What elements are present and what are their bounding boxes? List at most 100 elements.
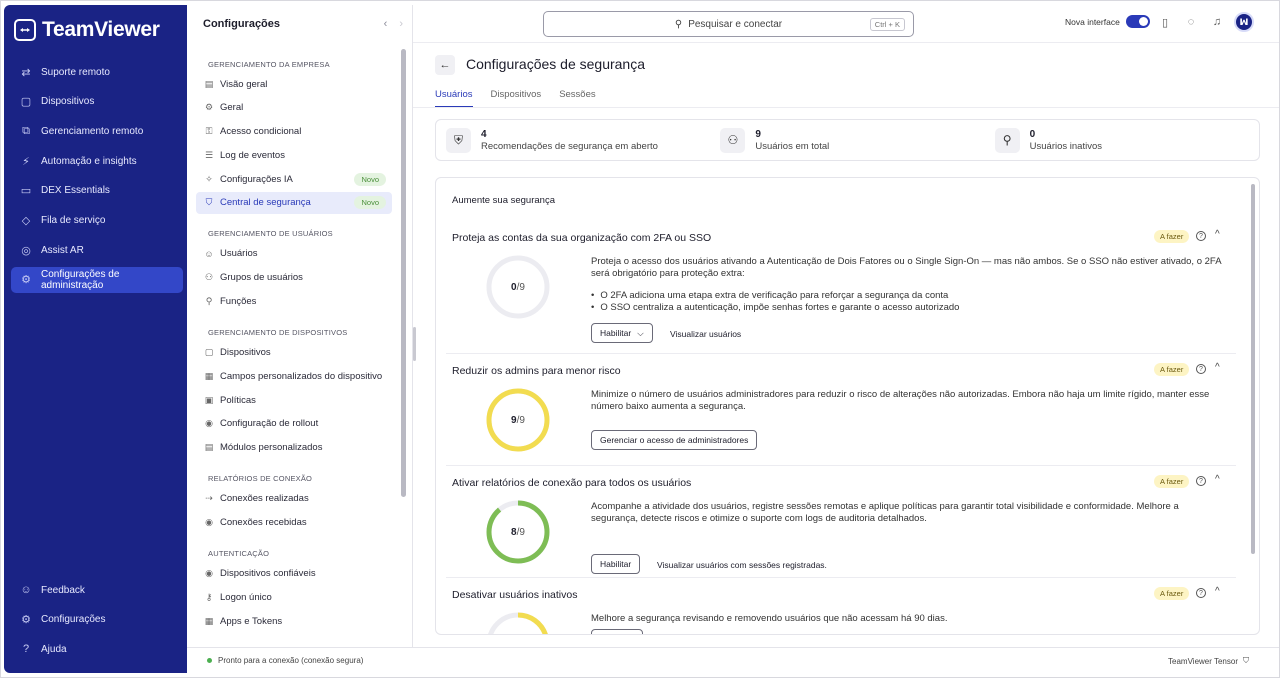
- gerenciar-o-acesso-de-administradores-button[interactable]: Gerenciar o acesso de administradores: [591, 430, 758, 450]
- campos-personalizados-do-dispositivo-icon: ▦: [204, 370, 214, 381]
- recommendation-proteja-as-contas-da-sua-organizacao-com-2fa-ou-sso: Proteja as contas da sua organização com…: [436, 229, 1236, 343]
- arrow-left-icon: ←: [439, 59, 451, 71]
- chevron-up-icon[interactable]: ^: [1215, 229, 1220, 240]
- central-de-seguranca-icon: ⛉: [205, 197, 213, 208]
- sidebar-item-campos-personalizados-do-dispositivo[interactable]: ▦ Campos personalizados do dispositivo: [196, 365, 392, 387]
- sidebar-item-apps-e-tokens[interactable]: ▦ Apps e Tokens: [196, 610, 392, 632]
- help-icon[interactable]: ?: [1196, 476, 1206, 486]
- recommendation-desativar-usuarios-inativos: Desativar usuários inativos A fazer? ^ Melh…: [436, 586, 1236, 634]
- card-scrollbar[interactable]: [1251, 184, 1255, 554]
- sidebar-item-configuracao-de-rollout[interactable]: ◉ Configuração de rollout: [196, 413, 392, 435]
- nav-item-label: Dispositivos: [41, 96, 95, 108]
- nav-item-fila-de-servico[interactable]: ◇ Fila de serviço: [11, 207, 183, 233]
- chevron-up-icon[interactable]: ^: [1215, 474, 1220, 485]
- configuracoes-ia-icon: ✧: [205, 173, 213, 184]
- contacts-icon[interactable]: ▯: [1158, 15, 1172, 29]
- sidebar-item-modulos-personalizados[interactable]: ▤ Módulos personalizados: [196, 437, 392, 459]
- chevron-right-icon[interactable]: ›: [399, 18, 403, 30]
- nav-item-ajuda[interactable]: ? Ajuda: [11, 636, 183, 662]
- sidebar-item-logon-unico[interactable]: ⚷ Logon único: [196, 586, 392, 608]
- product-name: TeamViewer Tensor: [1168, 656, 1238, 666]
- chevron-up-icon[interactable]: ^: [1215, 362, 1220, 373]
- sidebar-item-label: Acesso condicional: [220, 126, 302, 138]
- sidebar-item-usuarios[interactable]: ☺ Usuários: [196, 243, 392, 265]
- nav-item-gerenciamento-remoto[interactable]: ⧉ Gerenciamento remoto: [11, 118, 183, 144]
- nav-item-dispositivos[interactable]: ▢ Dispositivos: [11, 89, 183, 115]
- sidebar-item-configuracoes-ia[interactable]: ✧ Configurações IA Novo: [196, 168, 392, 190]
- sidebar-item-dispositivos[interactable]: ▢ Dispositivos: [196, 342, 392, 364]
- help-icon[interactable]: ?: [1196, 588, 1206, 598]
- enable-button-partial[interactable]: [591, 629, 643, 634]
- section-divider: [446, 577, 1236, 578]
- sidebar-group-title: GERENCIAMENTO DE USUÁRIOS: [208, 229, 333, 239]
- usuarios-icon: ☺: [204, 248, 214, 259]
- stat-recomendacoes-de-seguranca-em-aberto: ⛨ 4 Recomendações de segurança em aberto: [436, 120, 710, 160]
- todo-badge: A fazer: [1154, 363, 1190, 376]
- sidebar-item-dispositivos-confiaveis[interactable]: ◉ Dispositivos confiáveis: [196, 563, 392, 585]
- sidebar-item-conexoes-realizadas[interactable]: ⇢ Conexões realizadas: [196, 488, 392, 510]
- search-input[interactable]: ⚲ Pesquisar e conectar Ctrl + K: [543, 11, 914, 37]
- sidebar-item-label: Geral: [220, 102, 244, 114]
- nav-bottom-list: ☺ Feedback ⚙ Configurações ? Ajuda: [11, 577, 183, 666]
- sidebar-item-label: Dispositivos confiáveis: [220, 568, 316, 580]
- nav-item-configuracoes-de-administracao[interactable]: ⚙ Configurações de administração: [11, 266, 183, 293]
- sidebar-item-label: Grupos de usuários: [220, 272, 303, 284]
- sidebar-item-label: Logon único: [220, 591, 272, 603]
- geral-icon: ⚙: [204, 102, 214, 113]
- new-interface-toggle-row: Nova interface: [1065, 15, 1150, 28]
- recommendation-title: Proteja as contas da sua organização com…: [452, 232, 712, 244]
- sidebar-item-acesso-condicional[interactable]: ⚿ Acesso condicional: [196, 121, 392, 143]
- recommendation-title: Ativar relatórios de conexão para todos …: [452, 477, 692, 489]
- sidebar-item-log-de-eventos[interactable]: ☰ Log de eventos: [196, 144, 392, 166]
- nav-item-assist-ar[interactable]: ◎ Assist AR: [11, 237, 183, 263]
- new-badge: Novo: [354, 196, 386, 210]
- sidebar-item-funcoes[interactable]: ⚲ Funções: [196, 291, 392, 313]
- help-icon[interactable]: ?: [1196, 364, 1206, 374]
- product-label[interactable]: TeamViewer Tensor ⛉: [1168, 656, 1249, 666]
- sidebar-item-label: Central de segurança: [220, 197, 311, 209]
- new-interface-toggle[interactable]: [1125, 15, 1150, 28]
- chat-icon[interactable]: ◌: [1184, 15, 1198, 29]
- nav-item-automacao-e-insights[interactable]: ⚡ Automação e insights: [11, 148, 183, 174]
- nav-item-label: Suporte remoto: [41, 66, 110, 78]
- avatar[interactable]: ꟽ: [1234, 12, 1254, 32]
- progress-ring-label: 9/9: [485, 387, 551, 453]
- sidebar-item-central-de-seguranca[interactable]: ⛉ Central de segurança Novo: [196, 191, 392, 214]
- sidebar-scrollbar[interactable]: [401, 49, 406, 497]
- tab-sessoes[interactable]: Sessões: [559, 89, 595, 108]
- habilitar-button[interactable]: Habilitar ⌵: [591, 323, 653, 343]
- tab-dispositivos[interactable]: Dispositivos: [491, 89, 542, 108]
- teamviewer-logo[interactable]: TeamViewer: [14, 17, 160, 43]
- habilitar-button[interactable]: Habilitar: [591, 554, 641, 574]
- bell-icon[interactable]: ♫: [1210, 15, 1224, 29]
- nav-item-feedback[interactable]: ☺ Feedback: [11, 577, 183, 603]
- sidebar-item-visao-geral[interactable]: ▤ Visão geral: [196, 73, 392, 95]
- dispositivos-icon: ▢: [20, 96, 32, 109]
- configuracoes-de-administracao-icon: ⚙: [21, 274, 31, 287]
- sidebar-item-conexoes-recebidas[interactable]: ◉ Conexões recebidas: [196, 512, 392, 534]
- dispositivos-icon: ▢: [204, 347, 214, 358]
- visualizar-usuarios-com-sessoes-registradas-link[interactable]: Visualizar usuários com sessões registra…: [657, 560, 827, 570]
- tab-usuarios[interactable]: Usuários: [435, 89, 473, 108]
- bullet-item: O SSO centraliza a autenticação, impõe s…: [591, 302, 1221, 314]
- stat-text: 9 Usuários em total: [755, 129, 829, 152]
- visualizar-usuarios-link[interactable]: Visualizar usuários: [670, 329, 741, 339]
- assist-ar-icon: ◎: [21, 244, 31, 257]
- nav-item-configuracoes[interactable]: ⚙ Configurações: [11, 607, 183, 633]
- nav-item-dex-essentials[interactable]: ▭ DEX Essentials: [11, 178, 183, 204]
- sidebar-group-title: RELATÓRIOS DE CONEXÃO: [208, 474, 313, 484]
- politicas-icon: ▣: [204, 394, 214, 405]
- progress-total: 9: [519, 414, 525, 426]
- sidebar-item-geral[interactable]: ⚙ Geral: [196, 97, 392, 119]
- sidebar-item-politicas[interactable]: ▣ Políticas: [196, 389, 392, 411]
- nav-item-label: Fila de serviço: [41, 214, 106, 226]
- nav-item-suporte-remoto[interactable]: ⇄ Suporte remoto: [11, 59, 183, 85]
- chevron-left-icon[interactable]: ‹: [384, 18, 388, 30]
- suporte-remoto-icon: ⇄: [21, 66, 31, 79]
- status-dot-icon: [207, 658, 212, 663]
- settings-sidebar: Configurações ‹ › GERENCIAMENTO DA EMPRE…: [187, 5, 413, 647]
- chevron-up-icon[interactable]: ^: [1215, 586, 1220, 597]
- help-icon[interactable]: ?: [1196, 231, 1206, 241]
- back-button[interactable]: ←: [435, 55, 455, 75]
- sidebar-item-grupos-de-usuarios[interactable]: ⚇ Grupos de usuários: [196, 267, 392, 289]
